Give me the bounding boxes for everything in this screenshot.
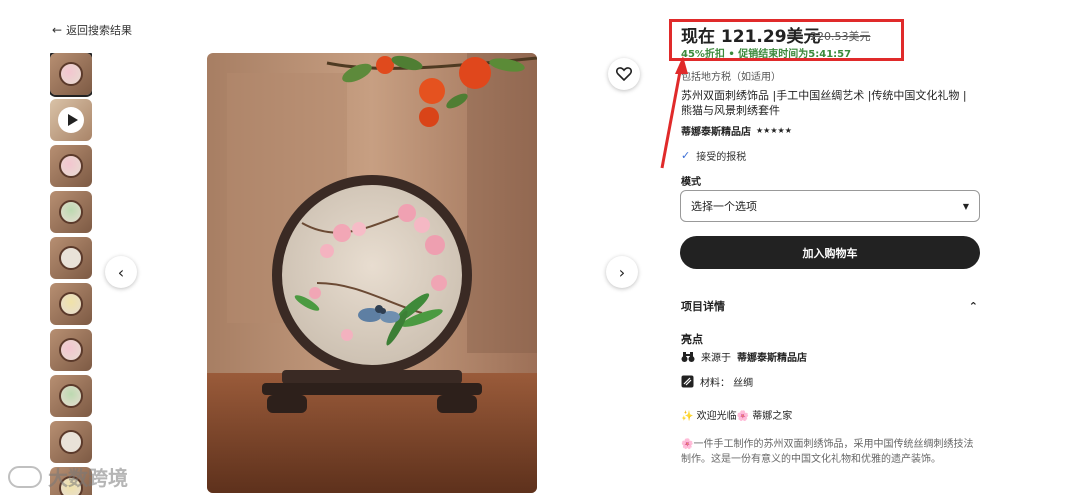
thumbnail-9[interactable]	[50, 421, 92, 463]
next-image-button[interactable]: ›	[606, 256, 638, 288]
thumbnail-8[interactable]	[50, 375, 92, 417]
thumbnail-4[interactable]	[50, 191, 92, 233]
returns-row: ✓ 接受的报税	[681, 148, 746, 163]
style-option-label: 模式	[681, 177, 701, 188]
arrow-left-icon: ←	[52, 23, 63, 37]
binoculars-icon	[681, 351, 695, 362]
description-fade	[675, 460, 985, 495]
chevron-right-icon: ›	[618, 262, 626, 282]
current-price: 现在 121.29美元	[681, 27, 821, 47]
thumbnail-1[interactable]	[50, 53, 92, 97]
previous-image-button[interactable]: ‹	[105, 256, 137, 288]
shop-row: 蒂娜泰斯精品店 ★★★★★	[681, 123, 792, 138]
thumbnail-video[interactable]	[50, 99, 92, 141]
item-details-header: 项目详情	[681, 300, 725, 313]
discount-promo: 45%折扣 • 促销结束时间为5:41:57	[681, 49, 852, 60]
main-product-image[interactable]	[207, 53, 537, 493]
origin-shop-link[interactable]: 蒂娜泰斯精品店	[737, 349, 807, 364]
thumbnail-7[interactable]	[50, 329, 92, 371]
watermark: 大数跨境	[8, 462, 128, 491]
watermark-text: 大数跨境	[48, 466, 128, 490]
material-icon	[681, 375, 694, 388]
highlights-heading: 亮点	[681, 333, 703, 346]
tax-note: 包括地方税（如适用）	[681, 72, 781, 83]
play-icon	[58, 107, 84, 133]
rating-stars[interactable]: ★★★★★	[756, 126, 792, 135]
chevron-left-icon: ‹	[117, 262, 125, 282]
style-select[interactable]: 选择一个选项 ▼	[680, 190, 980, 222]
check-icon: ✓	[681, 149, 691, 162]
welcome-text: ✨ 欢迎光临🌸 蒂娜之家	[681, 411, 793, 422]
thumbnail-5[interactable]	[50, 237, 92, 279]
heart-icon	[616, 67, 632, 81]
origin-row: 来源于 蒂娜泰斯精品店	[681, 349, 807, 364]
thumbnail-3[interactable]	[50, 145, 92, 187]
caret-down-icon: ▼	[962, 201, 969, 211]
origin-prefix: 来源于	[701, 353, 731, 364]
watermark-logo-icon	[8, 465, 42, 488]
original-price: 220.53美元	[810, 30, 871, 43]
back-to-search-link[interactable]: ← 返回搜索结果	[52, 22, 132, 38]
thumbnail-strip	[50, 53, 92, 495]
material-text: 材料： 丝绸	[700, 378, 754, 389]
thumbnail-6[interactable]	[50, 283, 92, 325]
style-select-value: 选择一个选项	[691, 200, 757, 213]
chevron-up-icon: ⌃	[968, 299, 978, 313]
favorite-button[interactable]	[608, 58, 640, 90]
add-to-cart-button[interactable]: 加入购物车	[680, 236, 980, 269]
shop-name-link[interactable]: 蒂娜泰斯精品店	[681, 123, 751, 138]
item-details-toggle[interactable]: 项目详情 ⌃	[681, 298, 978, 314]
product-title: 苏州双面刺绣饰品 |手工中国丝绸艺术 |传统中国文化礼物 |熊猫与风景刺绣套件	[681, 89, 967, 117]
material-row: 材料： 丝绸	[681, 374, 753, 389]
returns-label: 接受的报税	[696, 152, 747, 163]
back-to-search-label: 返回搜索结果	[66, 24, 133, 37]
